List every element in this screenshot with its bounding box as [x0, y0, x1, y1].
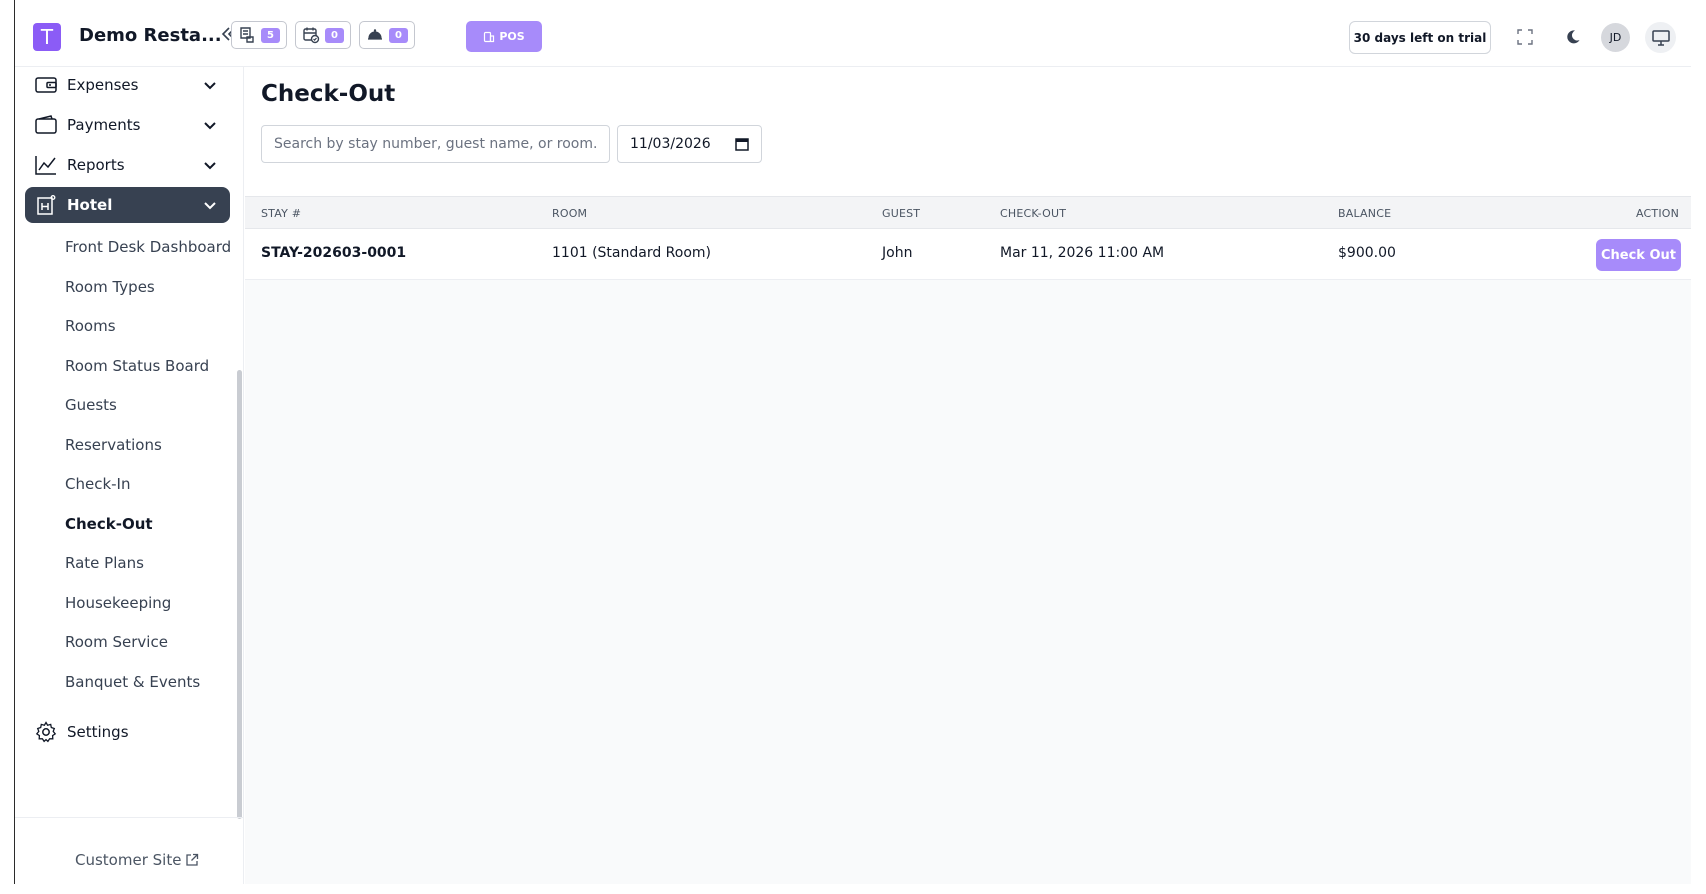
hotel-icon — [33, 193, 59, 217]
top-header: T Demo Resta... 5 0 0 POS 30 days left o… — [15, 0, 1691, 67]
column-header-room: ROOM — [552, 207, 588, 220]
sidebar-item-expenses[interactable]: Expenses — [25, 67, 230, 103]
sidebar-item-label: Expenses — [67, 76, 139, 94]
filter-panel: Check-Out 11/03/2026 — [245, 67, 1691, 196]
search-input[interactable] — [261, 125, 610, 163]
customer-site-link[interactable]: Customer Site — [75, 848, 215, 872]
column-header-guest: GUEST — [882, 207, 921, 220]
reservations-badge-button[interactable]: 0 — [295, 21, 351, 49]
gear-icon — [33, 720, 59, 744]
stay-number: STAY-202603-0001 — [261, 245, 407, 261]
sidebar-sub-room-service[interactable]: Room Service — [65, 627, 168, 657]
customer-site-label: Customer Site — [75, 851, 182, 869]
fullscreen-button[interactable] — [1512, 24, 1538, 50]
display-settings-button[interactable] — [1645, 22, 1676, 53]
sidebar-item-reports[interactable]: Reports — [25, 147, 230, 183]
sidebar-item-label: Reports — [67, 156, 125, 174]
balance-cell: $900.00 — [1338, 245, 1396, 261]
sidebar-sub-rate-plans[interactable]: Rate Plans — [65, 548, 144, 578]
orders-count: 5 — [261, 27, 280, 43]
date-value: 11/03/2026 — [630, 136, 711, 152]
user-avatar[interactable]: JD — [1601, 23, 1630, 52]
receipt-icon — [240, 27, 254, 43]
reservations-count: 0 — [325, 27, 344, 43]
table-row: STAY-202603-0001 1101 (Standard Room) Jo… — [245, 229, 1691, 280]
sidebar: Expenses Payments Reports Hotel Front De… — [15, 67, 244, 884]
check-out-button[interactable]: Check Out — [1596, 239, 1681, 271]
date-picker[interactable]: 11/03/2026 — [617, 125, 762, 163]
sidebar-item-label: Hotel — [67, 196, 113, 214]
pos-label: POS — [499, 30, 525, 43]
room-cell: 1101 (Standard Room) — [552, 245, 712, 261]
sidebar-sub-banquet-events[interactable]: Banquet & Events — [65, 667, 200, 697]
sidebar-sub-reservations[interactable]: Reservations — [65, 430, 162, 460]
wallet-icon — [33, 73, 59, 97]
chevron-down-icon — [204, 122, 216, 130]
dark-mode-toggle[interactable] — [1560, 24, 1586, 50]
chevron-down-icon — [204, 162, 216, 170]
pos-button[interactable]: POS — [466, 21, 542, 52]
chevron-down-icon — [204, 202, 216, 210]
room-service-badge-button[interactable]: 0 — [359, 21, 415, 49]
page-title: Check-Out — [261, 81, 396, 107]
sidebar-item-hotel[interactable]: Hotel — [25, 187, 230, 223]
fullscreen-icon — [1517, 29, 1533, 45]
column-header-stay: STAY # — [261, 207, 302, 220]
column-header-balance: BALANCE — [1338, 207, 1392, 220]
sidebar-sub-housekeeping[interactable]: Housekeeping — [65, 588, 171, 618]
cloche-icon — [368, 29, 382, 40]
pos-terminal-icon — [484, 31, 495, 42]
checkout-table: STAY # ROOM GUEST CHECK-OUT BALANCE ACTI… — [245, 196, 1691, 280]
sidebar-scrollbar[interactable] — [237, 370, 242, 819]
sidebar-item-label: Payments — [67, 116, 141, 134]
sidebar-sub-check-out[interactable]: Check-Out — [65, 509, 153, 539]
trial-status-badge: 30 days left on trial — [1349, 21, 1491, 54]
sidebar-divider — [15, 817, 243, 818]
checkout-time-cell: Mar 11, 2026 11:00 AM — [1000, 245, 1165, 261]
external-link-icon — [186, 853, 199, 866]
sidebar-item-payments[interactable]: Payments — [25, 107, 230, 143]
sidebar-sub-rooms[interactable]: Rooms — [65, 311, 116, 341]
calendar-icon — [735, 138, 749, 151]
cash-wallet-icon — [33, 113, 59, 137]
table-header: STAY # ROOM GUEST CHECK-OUT BALANCE ACTI… — [245, 196, 1691, 229]
guest-cell: John — [882, 245, 913, 261]
app-window: T Demo Resta... 5 0 0 POS 30 days left o… — [0, 0, 1706, 894]
sidebar-item-label: Settings — [67, 723, 129, 741]
brand-name: Demo Resta... — [79, 25, 222, 46]
moon-icon — [1567, 30, 1580, 44]
column-header-checkout: CHECK-OUT — [1000, 207, 1067, 220]
chart-line-icon — [33, 153, 59, 177]
sidebar-sub-room-status-board[interactable]: Room Status Board — [65, 351, 209, 381]
brand-logo: T — [33, 23, 61, 51]
room-service-count: 0 — [389, 27, 408, 43]
calendar-check-icon — [303, 27, 320, 44]
chevron-down-icon — [204, 82, 216, 90]
sidebar-item-settings[interactable]: Settings — [25, 714, 230, 750]
sidebar-sub-front-desk-dashboard[interactable]: Front Desk Dashboard — [65, 232, 231, 262]
orders-badge-button[interactable]: 5 — [231, 21, 287, 49]
column-header-action: ACTION — [1636, 207, 1680, 220]
sidebar-sub-room-types[interactable]: Room Types — [65, 272, 155, 302]
monitor-icon — [1651, 29, 1670, 46]
sidebar-sub-check-in[interactable]: Check-In — [65, 469, 131, 499]
sidebar-sub-guests[interactable]: Guests — [65, 390, 117, 420]
main-content: Check-Out 11/03/2026 STAY # ROOM GUEST C… — [245, 67, 1691, 884]
